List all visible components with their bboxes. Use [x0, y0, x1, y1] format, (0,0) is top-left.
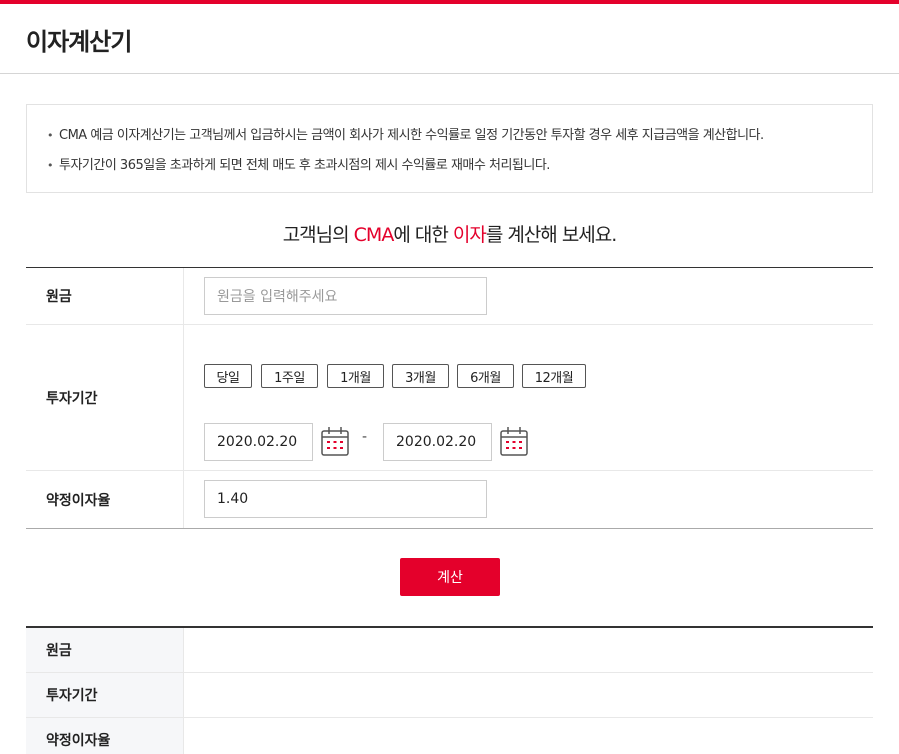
result-label: 원금 — [26, 628, 184, 672]
start-date-input[interactable]: 2020.02.20 — [204, 423, 313, 461]
calculate-button[interactable]: 계산 — [400, 558, 500, 596]
date-range-separator: - — [362, 429, 368, 445]
calendar-icon[interactable] — [500, 426, 528, 456]
rate-row: 약정이자율 1.40 — [26, 471, 873, 528]
result-table: 원금 투자기간 약정이자율 — [26, 626, 873, 754]
result-value — [184, 628, 873, 672]
page-title: 이자계산기 — [26, 28, 132, 56]
headline-interest: 이자 — [452, 224, 487, 246]
result-label: 투자기간 — [26, 673, 184, 717]
notice-item: 투자기간이 365일을 초과하게 되면 전체 매도 후 초과시점의 제시 수익률… — [47, 151, 852, 181]
headline-cma: CMA — [353, 224, 395, 246]
result-row-principal: 원금 — [26, 628, 873, 673]
headline-suffix: 를 계산해 보세요. — [485, 224, 617, 246]
result-row-period: 투자기간 — [26, 673, 873, 718]
result-row-rate: 약정이자율 — [26, 718, 873, 754]
result-label: 약정이자율 — [26, 718, 184, 754]
result-value — [184, 718, 873, 754]
calculator-headline: 고객님의 CMA에 대한 이자를 계산해 보세요. — [26, 220, 873, 247]
period-label: 투자기간 — [26, 325, 184, 470]
notice-box: CMA 예금 이자계산기는 고객님께서 입금하시는 금액이 회사가 제시한 수익… — [26, 104, 873, 193]
headline-prefix: 고객님의 — [282, 224, 354, 246]
result-value — [184, 673, 873, 717]
rate-value: 1.40 — [217, 491, 249, 507]
period-today-button[interactable]: 당일 — [204, 364, 252, 388]
page-header: 이자계산기 — [0, 4, 899, 74]
end-date-input[interactable]: 2020.02.20 — [383, 423, 492, 461]
start-date-value: 2020.02.20 — [217, 434, 298, 450]
rate-label: 약정이자율 — [26, 471, 184, 528]
principal-input[interactable]: 원금을 입력해주세요 — [204, 277, 487, 315]
rate-input[interactable]: 1.40 — [204, 480, 487, 518]
end-date-value: 2020.02.20 — [396, 434, 477, 450]
principal-label: 원금 — [26, 268, 184, 324]
calendar-icon[interactable] — [321, 426, 349, 456]
calculator-form: 원금 원금을 입력해주세요 투자기간 당일 1주일 1개월 3개월 6개월 12… — [26, 267, 873, 529]
principal-row: 원금 원금을 입력해주세요 — [26, 268, 873, 325]
headline-mid: 에 대한 — [393, 224, 453, 246]
period-6month-button[interactable]: 6개월 — [457, 364, 514, 388]
notice-item: CMA 예금 이자계산기는 고객님께서 입금하시는 금액이 회사가 제시한 수익… — [47, 121, 852, 151]
principal-placeholder: 원금을 입력해주세요 — [217, 289, 338, 305]
period-1month-button[interactable]: 1개월 — [327, 364, 384, 388]
period-1week-button[interactable]: 1주일 — [261, 364, 318, 388]
period-3month-button[interactable]: 3개월 — [392, 364, 449, 388]
period-12month-button[interactable]: 12개월 — [522, 364, 586, 388]
period-row: 투자기간 당일 1주일 1개월 3개월 6개월 12개월 2020.02.20 — [26, 325, 873, 471]
